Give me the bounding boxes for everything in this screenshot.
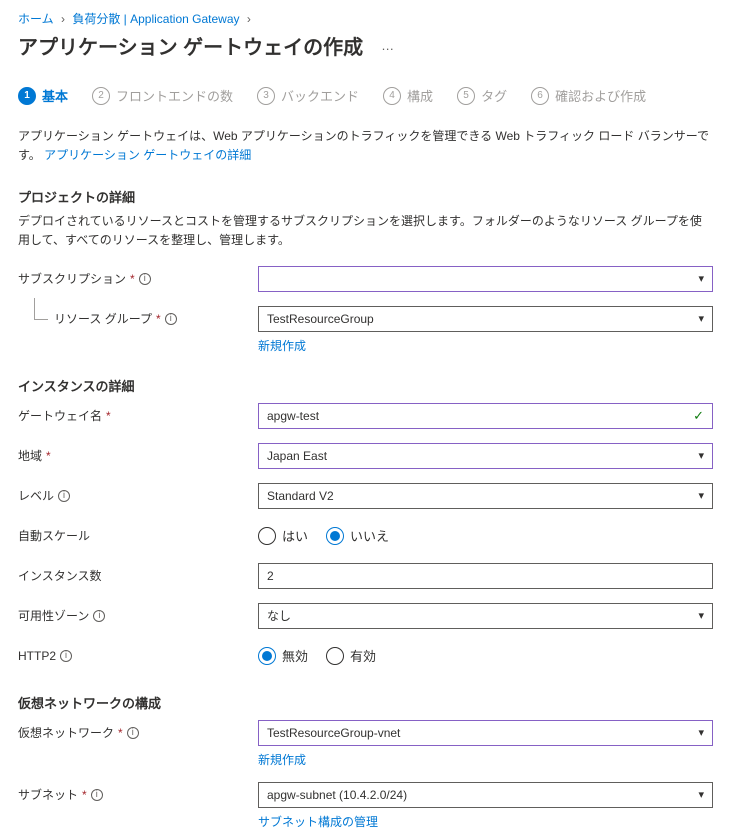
- http2-off-radio[interactable]: 無効: [258, 646, 308, 665]
- wizard-tabs: 1基本 2フロントエンドの数 3バックエンド 4構成 5タグ 6確認および作成: [18, 86, 713, 105]
- section-instance-title: インスタンスの詳細: [18, 376, 713, 395]
- subscription-label: サブスクリプション* i: [18, 270, 258, 287]
- http2-on-radio[interactable]: 有効: [326, 646, 376, 665]
- tab-frontend[interactable]: 2フロントエンドの数: [92, 86, 233, 105]
- region-label: 地域*: [18, 447, 258, 464]
- subscription-select[interactable]: ▾: [258, 266, 713, 292]
- breadcrumb: ホーム › 負荷分散 | Application Gateway ›: [18, 10, 713, 27]
- vnet-select[interactable]: TestResourceGroup-vnet ▾: [258, 720, 713, 746]
- page-title: アプリケーション ゲートウェイの作成 …: [18, 31, 713, 60]
- gateway-name-input[interactable]: apgw-test ✓: [258, 403, 713, 429]
- chevron-down-icon: ▾: [698, 609, 704, 622]
- chevron-right-icon: ›: [247, 12, 251, 26]
- subnet-label: サブネット* i: [18, 786, 258, 803]
- tab-backend[interactable]: 3バックエンド: [257, 86, 359, 105]
- create-new-rg-link[interactable]: 新規作成: [258, 339, 306, 353]
- autoscale-yes-radio[interactable]: はい: [258, 526, 308, 545]
- tier-select[interactable]: Standard V2 ▾: [258, 483, 713, 509]
- info-icon[interactable]: i: [91, 789, 103, 801]
- info-icon[interactable]: i: [165, 313, 177, 325]
- chevron-down-icon: ▾: [698, 788, 704, 801]
- autoscale-no-radio[interactable]: いいえ: [326, 526, 389, 545]
- info-icon[interactable]: i: [127, 727, 139, 739]
- info-icon[interactable]: i: [93, 610, 105, 622]
- region-select[interactable]: Japan East ▾: [258, 443, 713, 469]
- section-vnet-title: 仮想ネットワークの構成: [18, 693, 713, 712]
- zone-select[interactable]: なし ▾: [258, 603, 713, 629]
- zone-label: 可用性ゾーン i: [18, 607, 258, 624]
- http2-label: HTTP2 i: [18, 649, 258, 663]
- chevron-down-icon: ▾: [698, 449, 704, 462]
- instance-count-input[interactable]: 2: [258, 563, 713, 589]
- breadcrumb-home[interactable]: ホーム: [18, 12, 54, 26]
- chevron-down-icon: ▾: [698, 312, 704, 325]
- tier-label: レベル i: [18, 487, 258, 504]
- create-new-vnet-link[interactable]: 新規作成: [258, 753, 306, 767]
- section-project-desc: デプロイされているリソースとコストを管理するサブスクリプションを選択します。フォ…: [18, 212, 713, 249]
- chevron-down-icon: ▾: [698, 272, 704, 285]
- autoscale-label: 自動スケール: [18, 527, 258, 544]
- more-icon[interactable]: …: [381, 38, 396, 53]
- tab-basic[interactable]: 1基本: [18, 86, 68, 105]
- vnet-label: 仮想ネットワーク* i: [18, 724, 258, 741]
- gateway-name-label: ゲートウェイ名*: [18, 407, 258, 424]
- info-icon[interactable]: i: [58, 490, 70, 502]
- breadcrumb-item[interactable]: 負荷分散 | Application Gateway: [72, 12, 239, 26]
- tab-config[interactable]: 4構成: [383, 86, 433, 105]
- learn-more-link[interactable]: アプリケーション ゲートウェイの詳細: [44, 148, 251, 162]
- manage-subnet-link[interactable]: サブネット構成の管理: [258, 815, 378, 829]
- tab-review[interactable]: 6確認および作成: [531, 86, 646, 105]
- info-icon[interactable]: i: [139, 273, 151, 285]
- chevron-down-icon: ▾: [698, 489, 704, 502]
- chevron-right-icon: ›: [61, 12, 65, 26]
- intro-text: アプリケーション ゲートウェイは、Web アプリケーションのトラフィックを管理で…: [18, 127, 713, 165]
- resource-group-select[interactable]: TestResourceGroup ▾: [258, 306, 713, 332]
- section-project-title: プロジェクトの詳細: [18, 187, 713, 206]
- info-icon[interactable]: i: [60, 650, 72, 662]
- subnet-select[interactable]: apgw-subnet (10.4.2.0/24) ▾: [258, 782, 713, 808]
- chevron-down-icon: ▾: [698, 726, 704, 739]
- resource-group-label: リソース グループ* i: [18, 310, 258, 327]
- tab-tags[interactable]: 5タグ: [457, 86, 507, 105]
- check-icon: ✓: [693, 408, 704, 424]
- instance-count-label: インスタンス数: [18, 567, 258, 584]
